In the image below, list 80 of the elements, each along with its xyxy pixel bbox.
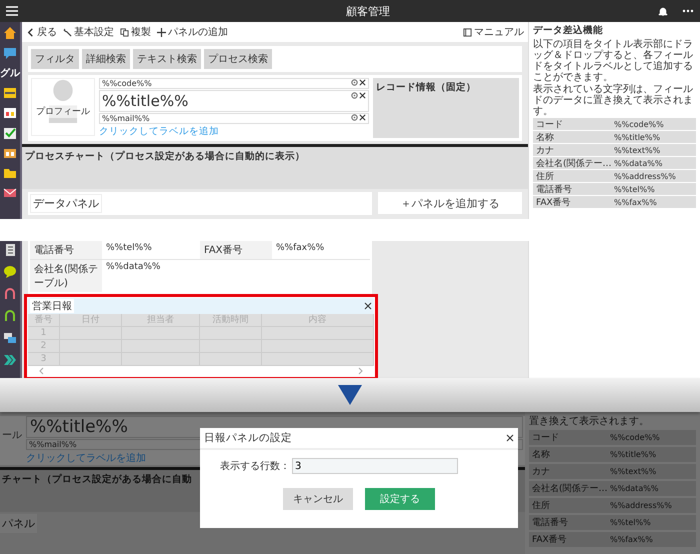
field-tag-row[interactable]: 住所 %%address%% [533,170,696,182]
search-tab[interactable]: 詳細検索 [82,49,130,69]
field-tag-row: 電話番号 %%tel%% [529,515,696,530]
checklist-icon[interactable] [3,126,17,140]
panel-title: プロセスチャート（プロセス設定がある場合に自動的に表示） [25,151,305,162]
toolbar-button[interactable]: 複製 [120,25,151,39]
field-tag-row[interactable]: カナ %%text%% [533,144,696,156]
search-tab[interactable]: プロセス検索 [204,49,272,69]
gear-icon[interactable] [351,114,358,121]
chat-icon[interactable] [3,46,17,60]
copy-icon [120,28,129,36]
panel-title: パネル [0,514,37,533]
close-icon[interactable] [506,434,514,442]
field-tag-row[interactable]: 電話番号 %%tel%% [533,183,696,195]
schedule-icon[interactable] [3,146,17,160]
folder-icon[interactable] [3,166,17,180]
wrench-icon [63,28,72,36]
description-text: 表示されている文字列は、フィールドのデータに置き換えて表示されます。 [533,84,694,117]
toolbar-button[interactable]: 戻る [26,25,57,39]
windows-icon[interactable] [3,331,17,345]
close-icon[interactable] [359,79,366,86]
calendar-icon[interactable] [3,106,17,120]
field-value: %%tel%% [105,242,153,255]
more-icon[interactable] [682,9,694,13]
close-icon[interactable] [359,114,366,121]
field-tag-row[interactable]: 会社名(関係テー… %%data%% [533,157,696,169]
close-icon[interactable] [359,92,366,99]
book-icon [463,28,472,36]
field-tag-row[interactable]: FAX番号 %%fax%% [533,196,696,208]
panel-title: チャート（プロセス設定がある場合に自動 [2,474,192,485]
field-tag-row: カナ %%text%% [529,464,696,479]
field-label: 会社名(関係テーブル) [30,260,102,292]
menu-icon[interactable] [6,6,18,16]
field-tag-row: コード %%code%% [529,430,696,445]
table-cell [60,353,122,366]
document-icon[interactable] [3,243,17,257]
cancel-button[interactable]: キャンセル [283,488,353,510]
field-label: FAX番号 [200,241,272,259]
add-panel-button[interactable]: ＋パネルを追加する [378,192,522,214]
field-value: %%data%% [105,261,162,274]
panel-title: 営業日報 [30,299,74,313]
app-title: 顧客管理 [345,4,391,18]
field-tag-row: FAX番号 %%fax%% [529,532,696,547]
manual-link[interactable]: マニュアル [463,25,524,39]
mail-icon[interactable] [3,186,17,200]
description-text: 置き換えて表示されます。 [529,414,650,428]
field-label: 表示する行数： [220,460,290,473]
field-tag-row: 会社名(関係テー… %%data%% [529,481,696,496]
plus-icon [157,28,166,36]
title-label-field[interactable]: %%mail%% [99,113,369,124]
toolbar-button[interactable]: パネルの追加 [157,25,228,39]
panel-title: データ差込機能 [533,24,604,37]
down-arrow-icon [338,385,362,405]
search-tab[interactable]: テキスト検索 [133,49,201,69]
field-tag-row: 住所 %%address%% [529,498,696,513]
toolbar-button[interactable]: 基本設定 [63,25,114,39]
double-chevron-icon[interactable] [3,353,17,367]
close-icon[interactable] [364,302,372,310]
profile-box[interactable]: プロフィール [31,78,95,136]
panel-title: レコード情報（固定） [376,82,476,93]
title-label-field[interactable]: %%title%% [99,90,369,112]
calendar-icon[interactable] [3,86,17,100]
field-tag-row[interactable]: コード %%code%% [533,118,696,130]
profile-label: プロフィール [36,105,90,118]
speech-bubble-icon[interactable] [3,265,17,279]
back-chevron-icon [26,28,35,36]
table-cell [200,353,262,366]
sidebar-label[interactable]: グル [0,66,20,80]
field-tag-row: 名称 %%title%% [529,447,696,462]
bell-icon[interactable] [658,6,668,16]
rows-input[interactable]: 3 [292,458,458,474]
search-tab[interactable]: フィルタ [31,49,79,69]
title-label-field[interactable]: %%code%% [99,78,369,89]
panel-title: データパネル [30,194,102,213]
field-value: %%fax%% [275,242,326,255]
field-tag-row[interactable]: 名称 %%title%% [533,131,696,143]
home-icon[interactable] [3,26,17,40]
field-label: 電話番号 [30,241,102,259]
description-text: 以下の項目をタイトル表示部にドラッグ＆ドロップすると、各フィールドをタイトルラベルとして追加することができます。 [533,39,694,83]
profile-label: ール [2,429,22,442]
